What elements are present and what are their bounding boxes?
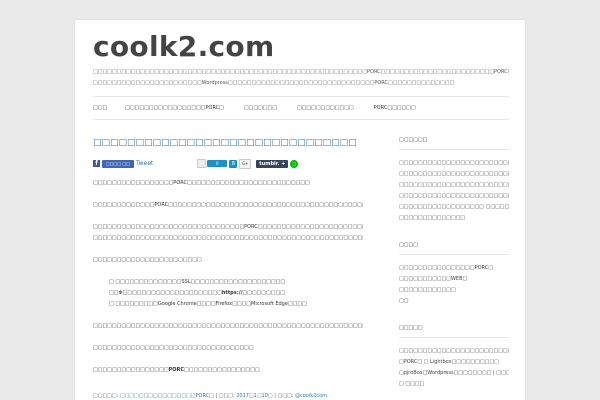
site-description: □□□□□□□□□□□□□□□□□□□□□□□□□□□□□□□□□□□□□□□□… — [93, 67, 509, 91]
widget-link[interactable]: □□□□□□□□□□□WEB□ — [399, 274, 509, 285]
sidebar-widget-related: □□□□□ □□□□□□□□□□□□□□□□□□□□□□□□□□□□□ □POR… — [399, 325, 509, 390]
google-plus-button[interactable]: G+ — [239, 158, 252, 169]
widget-title: □□□□□□ — [399, 137, 509, 150]
date-link[interactable]: 2017□1□10□ — [236, 393, 272, 399]
tweet-button[interactable]: Tweet — [136, 160, 153, 167]
widget-link[interactable]: □□ — [399, 296, 509, 307]
widget-title: □□□□□ — [399, 325, 509, 338]
category-prefix: □□□□□: — [93, 393, 120, 399]
tumblr-button[interactable]: tumblr. + — [256, 159, 289, 168]
widget-link[interactable]: □ □□□□ — [399, 379, 509, 390]
widget-link[interactable]: □□□□□□□□□□□□ — [399, 285, 509, 296]
widget-link[interactable]: □PORC□ □ Lightbox□□□□□□□□□□ — [399, 357, 509, 368]
sidebar: □□□□□□ □□□□□□□□□□□□□□□□□□□□□□□□□ □□□□□□□… — [399, 137, 509, 400]
facebook-like-button[interactable]: □□□□ □□ — [102, 159, 134, 168]
post-paragraph: □□□□□□□□□□□□□□□□□□□□□□□□□□□□□□□□PORC□□□□… — [93, 222, 363, 244]
line-icon[interactable]: □ — [290, 159, 299, 168]
site-title[interactable]: coolk2.com — [93, 30, 274, 63]
post-paragraph-line: □□□□□□□□□□□□□□□□□□□□□□□□□□□□□□□□PORC□□□□… — [93, 224, 363, 230]
post-subheading: □□□□□□□□□□□□□□□□□□□□□□□ — [93, 257, 202, 263]
sidebar-widget-categories: □□□□ □□□□□□□□□□□□□□□□PORC□ □□□□□□□□□□□WE… — [399, 242, 509, 307]
nav-item-4[interactable]: □□□□□□□□□□□□ — [297, 105, 354, 111]
main-navigation: □□□ □□□□□□□□□□□□□□□□□PORC□ □□□□□□□ □□□□□… — [93, 96, 509, 120]
nav-item-2[interactable]: □□□□□□□□□□□□□□□□□PORC□ — [125, 105, 224, 111]
site-description-line: □□□□□□□□□□□□□□□□□□□□□□□□□□□□□□□□□□□□□□□□… — [93, 69, 509, 75]
main-content: □□□□□□□□□□□□□□□□□□□□□□□□□□□□□□□ f □□□□ □… — [93, 137, 363, 387]
facebook-icon[interactable]: f — [93, 160, 100, 167]
post-paragraph-line: □□□□□□□□□□□□□□□□□□□□□□□□□□□□□□□□□□□□□□□□… — [93, 235, 363, 241]
date-prefix: | □□□: — [213, 393, 237, 399]
page-container: coolk2.com □□□□□□□□□□□□□□□□□□□□□□□□□□□□□… — [75, 20, 525, 400]
widget-link[interactable]: □□□□□□□□□□□□□□□□□□□□□□□□□ — [399, 180, 509, 191]
list-item: □ □□□□□□□□□□□□□□SSL□□□□□□□□□□□□□□□□□□□□ — [109, 279, 286, 285]
post-title[interactable]: □□□□□□□□□□□□□□□□□□□□□□□□□□□□□□□ — [93, 137, 363, 149]
sidebar-widget-recent: □□□□□□ □□□□□□□□□□□□□□□□□□□□□□□□□ □□□□□□□… — [399, 137, 509, 224]
widget-link[interactable]: □pjroBox□Wordpress□□□□□□□□ | □□□□□ — [399, 368, 509, 379]
post-paragraph: □□□□□□□□□□□□□PORC□□□□□□□□□□□□□□□□□□□□□□□… — [93, 202, 363, 208]
post-paragraph: □□□□□□□□□□□□□□□□□PORC□□□□□□□□□□□□□□□□□□□… — [93, 180, 310, 186]
nav-item-3[interactable]: □□□□□□□ — [244, 105, 277, 111]
category-link[interactable]: □□□□□□□□□□□□□□□□PORC□ — [120, 393, 214, 399]
widget-link[interactable]: □□□□□□□□□□□□□□□□□□□□□□□□□□□□□ — [399, 346, 509, 357]
list-item: □ □□□□□□□□□Google Chrome□□□□Firefox□□□□M… — [109, 301, 307, 307]
post-paragraph: □□□□□□□□□□□□□□□□□□□□□□□□□□□□□□□□□□ — [93, 345, 254, 351]
post-paragraph: □□□□□□□□□□□□□□□□□□□□□□□□□□□□□□□□□□□□□□□□… — [93, 323, 363, 329]
pocket-icon[interactable]: 8 — [229, 159, 238, 168]
widget-link[interactable]: □□□□□□□□□□□□□□ — [399, 213, 509, 224]
post-meta: □□□□□: □□□□□□□□□□□□□□□□PORC□ | □□□: 2017… — [93, 393, 327, 399]
nav-item-home[interactable]: □□□ — [93, 105, 107, 111]
post-list: □ □□□□□□□□□□□□□□SSL□□□□□□□□□□□□□□□□□□□□ … — [109, 277, 363, 310]
widget-link[interactable]: □□□□□□□□□□□□□□□□□□□□□□□□□ — [399, 158, 509, 169]
widget-link[interactable]: □□□□□□□□□□□□□□□□□□ □□□□□□□□□□□ — [399, 202, 509, 213]
widget-title: □□□□ — [399, 242, 509, 255]
hatena-icon[interactable] — [197, 159, 207, 168]
post-paragraph: □□□□□□□□□□□□□□□□PORC□□□□□□□□□□□□□□□□ — [93, 367, 260, 373]
hatena-count[interactable]: 0 — [207, 160, 228, 167]
author-prefix: | □□□: — [272, 393, 295, 399]
share-buttons: f □□□□ □□ Tweet 0 8 G+ tumblr. + □ — [93, 158, 363, 169]
nav-item-porc[interactable]: PORC□□□□□□ — [374, 105, 416, 111]
author-link[interactable]: @coolk2com — [295, 393, 327, 399]
widget-link[interactable]: □□□□□□□□□□□□□□□□□□□□□□□□ — [399, 191, 509, 202]
site-description-line: □□□□□□□□□□□□□□□□□□□□□□□Wordpress□□□□□□□□… — [93, 80, 455, 86]
list-item: □□✻□□□□□□□□□□□□□□□□□□□□□https://□□□□□□□□… — [109, 290, 285, 296]
widget-link[interactable]: □□□□□□□□□□□□□□□□PORC□ — [399, 263, 509, 274]
widget-link[interactable]: □□□□□□□□□□□□□□□□□□□□□□□□□ — [399, 169, 509, 180]
